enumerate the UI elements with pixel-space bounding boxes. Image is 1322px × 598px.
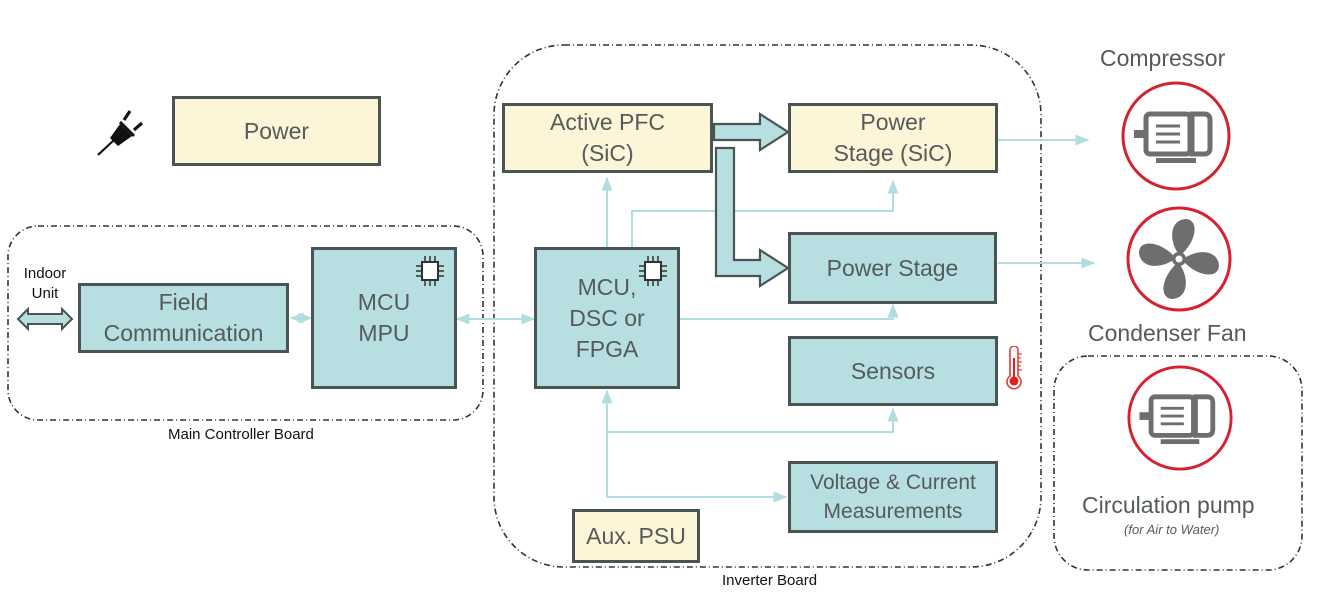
indoor-unit-label: Indoor Unit	[23, 265, 67, 302]
chip-icon	[414, 253, 446, 289]
field-communication-block[interactable]: Field Communication	[78, 283, 289, 353]
condenser-fan-label: Condenser Fan	[1088, 320, 1247, 346]
circulation-pump-note: (for Air to Water)	[1124, 522, 1220, 537]
compressor-motor-icon[interactable]	[1120, 80, 1232, 192]
power-stage-sic-block[interactable]: Power Stage (SiC)	[788, 103, 998, 173]
power-block[interactable]: Power	[172, 96, 381, 166]
link-dsc-powerstage	[680, 303, 899, 320]
active-pfc-block[interactable]: Active PFC (SiC)	[502, 103, 713, 173]
thermometer-icon	[1004, 345, 1026, 390]
power-flow-arrow-stage	[714, 146, 791, 289]
link-bus-sensors	[607, 407, 899, 433]
indoor-unit-arrow	[16, 306, 74, 332]
main-controller-board-label: Main Controller Board	[168, 426, 314, 443]
power-plug-icon	[96, 106, 148, 158]
chip-icon	[637, 253, 669, 289]
power-flow-arrow-sic	[712, 111, 791, 153]
sensors-block[interactable]: Sensors	[788, 336, 998, 406]
condenser-fan-icon[interactable]	[1125, 205, 1233, 313]
power-stage-block[interactable]: Power Stage	[788, 232, 997, 304]
inverter-board-label: Inverter Board	[722, 572, 818, 589]
compressor-label: Compressor	[1100, 45, 1226, 71]
circulation-pump-label: Circulation pump	[1082, 492, 1255, 518]
voltage-current-block[interactable]: Voltage & Current Measurements	[788, 461, 998, 533]
circulation-pump-motor-icon[interactable]	[1126, 364, 1234, 472]
aux-psu-block[interactable]: Aux. PSU	[572, 509, 700, 563]
